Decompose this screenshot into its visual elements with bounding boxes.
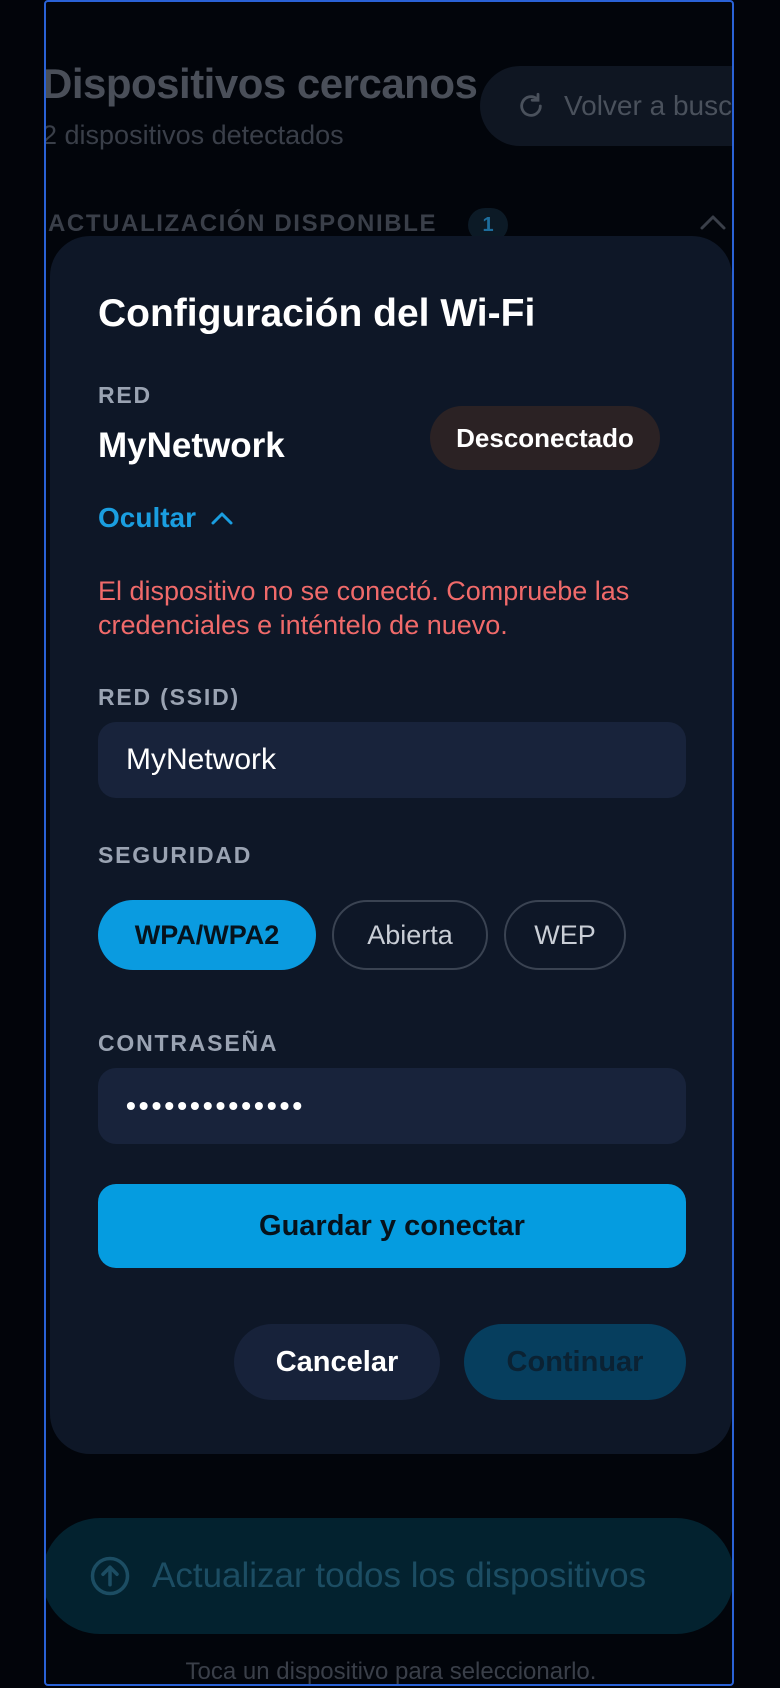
security-option-wep[interactable]: WEP [504, 900, 626, 970]
chevron-up-icon [210, 510, 234, 526]
section-header[interactable]: ACTUALIZACIÓN DISPONIBLE [48, 210, 437, 238]
hide-toggle-label: Ocultar [98, 502, 197, 533]
app-screen: Dispositivos cercanos 2 dispositivos det… [44, 0, 734, 1686]
continue-button[interactable]: Continuar [464, 1324, 686, 1400]
refresh-icon [516, 91, 546, 121]
network-name: MyNetwork [98, 426, 285, 465]
ssid-input[interactable]: MyNetwork [98, 722, 686, 798]
arrow-up-circle-icon [88, 1554, 132, 1598]
security-option-wpa[interactable]: WPA/WPA2 [98, 900, 316, 970]
password-label: CONTRASEÑA [98, 1030, 279, 1056]
page-title: Dispositivos cercanos [44, 60, 478, 107]
network-label: RED [98, 382, 152, 408]
save-connect-button[interactable]: Guardar y conectar [98, 1184, 686, 1268]
update-all-button[interactable]: Actualizar todos los dispositivos [46, 1518, 732, 1634]
password-input[interactable]: •••••••••••••• [98, 1068, 686, 1144]
hide-toggle[interactable]: Ocultar [98, 502, 234, 534]
chevron-up-icon[interactable] [698, 212, 728, 237]
status-badge: Desconectado [430, 406, 660, 470]
ssid-label: RED (SSID) [98, 684, 240, 710]
cancel-button[interactable]: Cancelar [234, 1324, 440, 1400]
dialog-title: Configuración del Wi-Fi [98, 292, 536, 335]
update-all-label: Actualizar todos los dispositivos [152, 1556, 647, 1595]
security-option-open[interactable]: Abierta [332, 900, 488, 970]
error-message: El dispositivo no se conectó. Compruebe … [98, 576, 630, 640]
device-count: 2 dispositivos detectados [44, 120, 344, 150]
rescan-button[interactable]: Volver a buscar [480, 66, 733, 146]
security-label: SEGURIDAD [98, 842, 253, 868]
selection-hint: Toca un dispositivo para seleccionarlo. [185, 1658, 597, 1685]
rescan-label: Volver a buscar [564, 90, 733, 121]
wifi-config-dialog: Configuración del Wi-Fi RED MyNetwork De… [50, 236, 732, 1454]
